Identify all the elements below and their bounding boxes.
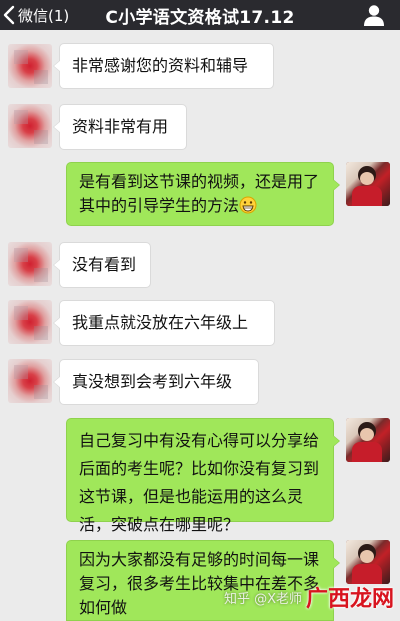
grinning-face-icon xyxy=(239,196,257,214)
my-avatar[interactable] xyxy=(346,540,390,584)
message-bubble[interactable]: 资料非常有用 xyxy=(53,104,187,150)
message-bubble[interactable]: 非常感谢您的资料和辅导 xyxy=(53,43,274,89)
message-bubble[interactable]: 我重点就没放在六年级上 xyxy=(53,300,275,346)
watermark-logo: 广西龙网 xyxy=(305,587,394,612)
watermark: 知乎 @X老师 广西龙网 xyxy=(224,581,394,613)
contact-avatar[interactable] xyxy=(8,300,52,344)
message-bubble[interactable]: 自己复习中有没有心得可以分享给后面的考生呢？比如你没有复习到这节课，但是也能运用… xyxy=(66,418,340,534)
contact-avatar[interactable] xyxy=(8,44,52,88)
my-avatar[interactable] xyxy=(346,418,390,462)
contact-avatar[interactable] xyxy=(8,359,52,403)
chat-header: 微信(1) C小学语文资格试17.12 xyxy=(0,0,400,30)
message-bubble[interactable]: 真没想到会考到六年级 xyxy=(53,359,259,405)
watermark-site-text: 知乎 @X老师 xyxy=(223,591,302,607)
person-icon[interactable] xyxy=(362,3,386,27)
message-bubble[interactable]: 是有看到这节课的视频，还是用了其中的引导学生的方法 xyxy=(66,162,340,226)
chat-title: C小学语文资格试17.12 xyxy=(105,8,295,28)
contact-avatar[interactable] xyxy=(8,104,52,148)
contact-avatar[interactable] xyxy=(8,242,52,286)
message-text: 是有看到这节课的视频，还是用了其中的引导学生的方法 xyxy=(79,172,320,215)
message-bubble[interactable]: 没有看到 xyxy=(53,242,151,288)
my-avatar[interactable] xyxy=(346,162,390,206)
